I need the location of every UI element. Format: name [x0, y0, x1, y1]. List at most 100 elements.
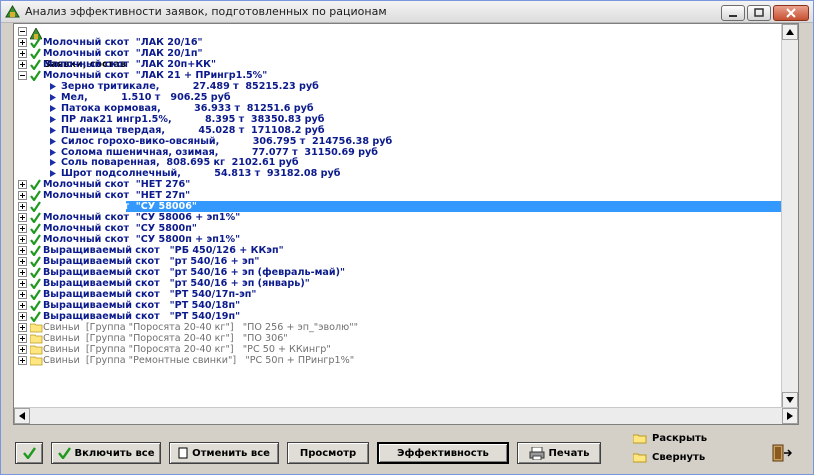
order-label: Молочный скот "ЛАК 20/16": [43, 37, 203, 48]
collapse-all-button[interactable]: Свернуть: [633, 452, 705, 463]
order-label: Молочный скот "ЛАК 20п+КК": [43, 58, 217, 70]
checkmark-icon[interactable]: [30, 70, 41, 81]
checkmark-icon[interactable]: [30, 223, 41, 235]
collapse-toggle-icon[interactable]: [18, 70, 27, 80]
checkmark-icon[interactable]: [30, 267, 41, 278]
expand-toggle-icon[interactable]: [18, 48, 27, 58]
expand-toggle-icon[interactable]: [18, 333, 27, 343]
scroll-down-button[interactable]: [782, 392, 798, 408]
minimize-button[interactable]: [721, 5, 745, 21]
ingredient-row[interactable]: Соль поваренная, 808.695 кг 2102.61 руб: [14, 157, 780, 168]
print-button[interactable]: Печать: [517, 442, 601, 464]
order-row[interactable]: Молочный скот "ЛАК 20/1п": [14, 48, 780, 59]
close-button[interactable]: [773, 5, 809, 21]
order-row[interactable]: Свиньи [Группа "Поросята 20-40 кг"] "ПО …: [14, 322, 780, 333]
checkmark-icon[interactable]: [30, 190, 41, 202]
ingredient-row[interactable]: ПР лак21 ингр1.5%, 8.395 т 38350.83 руб: [14, 114, 780, 125]
checkmark-icon[interactable]: [30, 201, 41, 213]
ingredient-row[interactable]: Шрот подсолнечный, 54.813 т 93182.08 руб: [14, 168, 780, 179]
expand-toggle-icon[interactable]: [18, 191, 27, 201]
order-row[interactable]: Выращиваемый скот "РБ 450/126 + ККэп": [14, 245, 780, 257]
title-bar[interactable]: Анализ эффективности заявок, подготовлен…: [1, 1, 813, 23]
order-row[interactable]: Молочный скот "НЕТ 276": [14, 179, 780, 191]
expand-toggle-icon[interactable]: [18, 257, 27, 266]
cancel-all-button[interactable]: Отменить все: [169, 442, 279, 464]
expand-toggle-icon[interactable]: [18, 235, 27, 245]
checkmark-icon[interactable]: [30, 48, 41, 59]
exit-button[interactable]: [767, 442, 797, 464]
checkmark-icon[interactable]: [30, 212, 41, 224]
checkmark-icon[interactable]: [30, 256, 41, 267]
confirm-button[interactable]: [15, 442, 43, 464]
folder-icon: [30, 345, 43, 354]
order-label: Свиньи [Группа "Поросята 20-40 кг"] "ПО …: [43, 321, 359, 333]
order-row[interactable]: Выращиваемый скот "рт 540/16 + эп": [14, 256, 780, 267]
order-row[interactable]: Молочный скот "СУ 5800п + эп1%": [14, 234, 780, 246]
expand-all-button[interactable]: Раскрыть: [633, 433, 707, 444]
scroll-left-button[interactable]: [14, 408, 30, 424]
horizontal-scrollbar[interactable]: [14, 407, 798, 424]
expand-toggle-icon[interactable]: [18, 267, 27, 277]
vertical-scrollbar[interactable]: [781, 24, 798, 408]
checkmark-icon[interactable]: [30, 300, 41, 311]
order-row[interactable]: Молочный скот "СУ 5800п": [14, 223, 780, 235]
expand-toggle-icon[interactable]: [18, 289, 27, 299]
checkmark-icon[interactable]: [30, 289, 41, 300]
expand-toggle-icon[interactable]: [18, 355, 27, 365]
expand-toggle-icon[interactable]: [18, 300, 27, 310]
order-row[interactable]: Молочный скот "ЛАК 20п+КК": [14, 59, 780, 70]
expand-toggle-icon[interactable]: [18, 213, 27, 223]
ingredient-row[interactable]: Патока кормовая, 36.933 т 81251.6 руб: [14, 103, 780, 114]
expand-toggle-icon[interactable]: [18, 246, 27, 256]
order-row[interactable]: Молочный скот "СУ 58006 + эп1%": [14, 212, 780, 224]
order-row[interactable]: Выращиваемый скот "рт 540/16 + эп (январ…: [14, 278, 780, 289]
app-icon: [5, 5, 20, 18]
order-row[interactable]: Свиньи [Группа "Поросята 20-40 кг"] "ПО …: [14, 333, 780, 344]
checkmark-icon[interactable]: [30, 179, 41, 191]
order-row[interactable]: Выращиваемый скот "рт 540/16 + эп (февра…: [14, 267, 780, 278]
checkmark-icon[interactable]: [30, 311, 41, 322]
order-label: Выращиваемый скот "РТ 540/19п": [43, 310, 241, 322]
orders-tree-panel[interactable]: Заявки, состав Молочный скот "ЛАК 20/16"…: [13, 23, 799, 425]
order-row[interactable]: Свиньи [Группа "Ремонтные свинки"] "РС 5…: [14, 355, 780, 366]
order-row[interactable]: Молочный скот "СУ 58006": [14, 201, 798, 213]
efficiency-button[interactable]: Эффективность: [377, 442, 509, 464]
ingredient-row[interactable]: Пшеница твердая, 45.028 т 171108.2 руб: [14, 125, 780, 136]
checkmark-icon[interactable]: [30, 278, 41, 289]
expand-toggle-icon[interactable]: [18, 59, 27, 69]
checkmark-icon[interactable]: [30, 59, 41, 70]
ingredient-row[interactable]: Мел, 1.510 т 906.25 руб: [14, 92, 780, 103]
expand-toggle-icon[interactable]: [18, 322, 27, 332]
order-row[interactable]: Свиньи [Группа "Поросята 20-40 кг"] "РС …: [14, 344, 780, 355]
preview-button[interactable]: Просмотр: [287, 442, 369, 464]
order-row[interactable]: Молочный скот "ЛАК 21 + ПРингр1.5%": [14, 70, 780, 81]
order-row[interactable]: Выращиваемый скот "РТ 540/18п": [14, 300, 780, 311]
checkmark-icon[interactable]: [30, 37, 41, 48]
order-row[interactable]: Молочный скот "НЕТ 27п": [14, 190, 780, 202]
order-row[interactable]: Выращиваемый скот "РТ 540/19п": [14, 311, 780, 322]
expand-toggle-icon[interactable]: [18, 311, 27, 321]
order-label: Молочный скот "НЕТ 276": [43, 179, 191, 191]
expand-toggle-icon[interactable]: [18, 344, 27, 354]
scroll-up-button[interactable]: [782, 24, 798, 40]
expand-toggle-icon[interactable]: [18, 180, 27, 190]
expand-toggle-icon[interactable]: [18, 224, 27, 234]
ingredient-row[interactable]: Солома пшеничная, озимая, 77.077 т 31150…: [14, 147, 780, 158]
include-all-button[interactable]: Включить все: [51, 442, 161, 464]
maximize-icon: [754, 8, 764, 17]
expand-toggle-icon[interactable]: [18, 278, 27, 288]
ingredient-row[interactable]: Зерно тритикале, 27.489 т 85215.23 руб: [14, 81, 780, 92]
checkmark-icon[interactable]: [30, 234, 41, 246]
maximize-button[interactable]: [747, 5, 771, 21]
exit-door-icon: [772, 444, 792, 462]
empty-checkbox-icon: [178, 447, 188, 459]
expand-toggle-icon[interactable]: [18, 202, 27, 212]
scroll-right-button[interactable]: [782, 408, 798, 424]
tree-root[interactable]: Заявки, состав: [14, 26, 780, 70]
order-row[interactable]: Выращиваемый скот "РТ 540/17п-эп": [14, 289, 780, 300]
checkmark-icon[interactable]: [30, 245, 41, 257]
ingredient-row[interactable]: Силос горохо-вико-овсяный, 306.795 т 214…: [14, 136, 780, 147]
order-row[interactable]: Молочный скот "ЛАК 20/16": [14, 37, 780, 48]
collapse-toggle-icon[interactable]: [18, 27, 27, 36]
expand-toggle-icon[interactable]: [18, 38, 27, 47]
